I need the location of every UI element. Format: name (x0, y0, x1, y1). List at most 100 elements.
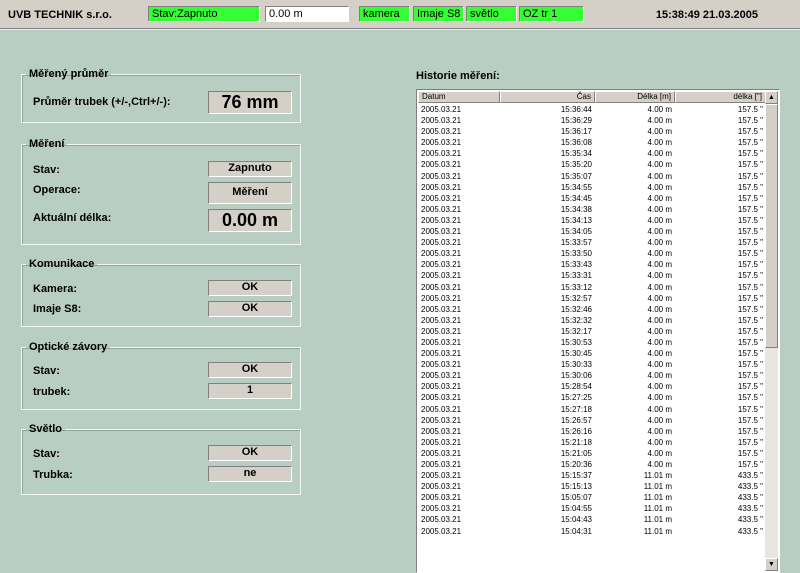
column-header-date[interactable]: Datum (418, 91, 500, 103)
cell-length-inch: 433.5 " (737, 515, 763, 525)
table-row[interactable]: 2005.03.21 15:05:07 11.01 m 433.5 " (418, 492, 766, 503)
camera-value: OK (208, 280, 292, 296)
table-row[interactable]: 2005.03.21 15:34:05 4.00 m 157.5 " (418, 226, 766, 237)
cell-length-inch: 157.5 " (737, 271, 763, 281)
cell-date: 2005.03.21 (421, 460, 462, 469)
cell-date: 2005.03.21 (421, 271, 462, 281)
cell-time: 15:36:29 (560, 116, 592, 126)
table-row[interactable]: 2005.03.21 15:30:33 4.00 m 157.5 " (418, 359, 766, 370)
table-row[interactable]: 2005.03.21 15:15:13 11.01 m 433.5 " (418, 481, 766, 492)
datetime-display: 15:38:49 21.03.2005 (655, 9, 758, 21)
operation-label: Operace: (33, 184, 81, 196)
cell-length-inch: 157.5 " (737, 393, 763, 403)
cell-length-m: 4.00 m (647, 382, 672, 392)
cell-date: 2005.03.21 (421, 215, 462, 225)
table-row[interactable]: 2005.03.21 15:27:25 4.00 m 157.5 " (418, 392, 766, 403)
cell-length-inch: 157.5 " (737, 371, 763, 381)
cell-time: 15:05:07 (560, 493, 592, 503)
table-row[interactable]: 2005.03.21 15:26:57 4.00 m 157.5 " (418, 415, 766, 426)
table-row[interactable]: 2005.03.21 15:34:55 4.00 m 157.5 " (418, 182, 766, 193)
table-row[interactable]: 2005.03.21 15:36:17 4.00 m 157.5 " (418, 126, 766, 137)
arrow-down-icon: ▼ (768, 561, 775, 568)
cell-time: 15:32:46 (560, 304, 592, 314)
cell-time: 15:34:13 (560, 215, 592, 225)
optical-state-value: OK (208, 362, 292, 378)
table-row[interactable]: 2005.03.21 15:34:13 4.00 m 157.5 " (418, 215, 766, 226)
diameter-legend: Měřený průměr (29, 68, 109, 80)
scroll-up-button[interactable]: ▲ (765, 91, 778, 104)
cell-length-inch: 157.5 " (737, 415, 763, 425)
cell-time: 15:33:50 (560, 249, 592, 259)
table-row[interactable]: 2005.03.21 15:04:31 11.01 m 433.5 " (418, 526, 766, 537)
scroll-down-button[interactable]: ▼ (765, 558, 778, 571)
imaje-value: OK (208, 301, 292, 317)
cell-length-inch: 157.5 " (737, 105, 763, 114)
table-row[interactable]: 2005.03.21 15:28:54 4.00 m 157.5 " (418, 381, 766, 392)
table-row[interactable]: 2005.03.21 15:26:16 4.00 m 157.5 " (418, 426, 766, 437)
arrow-up-icon: ▲ (768, 94, 775, 101)
table-row[interactable]: 2005.03.21 15:30:06 4.00 m 157.5 " (418, 370, 766, 381)
table-row[interactable]: 2005.03.21 15:35:07 4.00 m 157.5 " (418, 171, 766, 182)
cell-time: 15:26:16 (560, 426, 592, 436)
column-header-length-inch[interactable]: délka ["] (675, 91, 766, 103)
diameter-label: Průměr trubek (+/-,Ctrl+/-): (33, 96, 171, 108)
table-row[interactable]: 2005.03.21 15:21:05 4.00 m 157.5 " (418, 448, 766, 459)
cell-length-inch: 157.5 " (737, 160, 763, 170)
cell-time: 15:32:57 (560, 293, 592, 303)
table-row[interactable]: 2005.03.21 15:33:31 4.00 m 157.5 " (418, 270, 766, 281)
light-legend: Světlo (29, 423, 63, 435)
table-row[interactable]: 2005.03.21 15:34:38 4.00 m 157.5 " (418, 204, 766, 215)
scroll-thumb[interactable] (765, 104, 778, 348)
cell-length-m: 4.00 m (647, 227, 672, 237)
cell-length-inch: 433.5 " (737, 526, 763, 536)
table-row[interactable]: 2005.03.21 15:34:45 4.00 m 157.5 " (418, 193, 766, 204)
cell-length-m: 4.00 m (647, 437, 672, 447)
cell-length-m: 4.00 m (647, 460, 672, 469)
cell-time: 15:26:57 (560, 415, 592, 425)
table-row[interactable]: 2005.03.21 15:32:57 4.00 m 157.5 " (418, 293, 766, 304)
cell-date: 2005.03.21 (421, 304, 462, 314)
table-row[interactable]: 2005.03.21 15:33:43 4.00 m 157.5 " (418, 259, 766, 270)
table-row[interactable]: 2005.03.21 15:04:55 11.01 m 433.5 " (418, 503, 766, 514)
table-row[interactable]: 2005.03.21 15:32:46 4.00 m 157.5 " (418, 304, 766, 315)
cell-date: 2005.03.21 (421, 526, 462, 536)
cell-time: 15:30:33 (560, 360, 592, 370)
cell-length-inch: 157.5 " (737, 360, 763, 370)
cell-length-inch: 157.5 " (737, 426, 763, 436)
table-row[interactable]: 2005.03.21 15:36:08 4.00 m 157.5 " (418, 137, 766, 148)
table-row[interactable]: 2005.03.21 15:32:32 4.00 m 157.5 " (418, 315, 766, 326)
table-row[interactable]: 2005.03.21 15:32:17 4.00 m 157.5 " (418, 326, 766, 337)
history-scrollbar[interactable]: ▲ ▼ (765, 91, 778, 571)
table-row[interactable]: 2005.03.21 15:30:53 4.00 m 157.5 " (418, 337, 766, 348)
imaje-label: Imaje S8: (33, 303, 82, 315)
table-row[interactable]: 2005.03.21 15:30:45 4.00 m 157.5 " (418, 348, 766, 359)
cell-time: 15:04:55 (560, 504, 592, 514)
table-row[interactable]: 2005.03.21 15:33:50 4.00 m 157.5 " (418, 248, 766, 259)
table-row[interactable]: 2005.03.21 15:35:34 4.00 m 157.5 " (418, 148, 766, 159)
table-row[interactable]: 2005.03.21 15:36:44 4.00 m 157.5 " (418, 104, 766, 115)
cell-time: 15:27:18 (560, 404, 592, 414)
cell-time: 15:34:55 (560, 182, 592, 192)
table-row[interactable]: 2005.03.21 15:20:36 4.00 m 157.5 " (418, 459, 766, 470)
table-row[interactable]: 2005.03.21 15:36:29 4.00 m 157.5 " (418, 115, 766, 126)
cell-length-inch: 433.5 " (737, 471, 763, 481)
column-header-time[interactable]: Čas (500, 91, 595, 103)
table-row[interactable]: 2005.03.21 15:27:18 4.00 m 157.5 " (418, 404, 766, 415)
history-title: Historie měření: (416, 70, 500, 82)
cell-time: 15:34:38 (560, 204, 592, 214)
table-row[interactable]: 2005.03.21 15:33:57 4.00 m 157.5 " (418, 237, 766, 248)
table-row[interactable]: 2005.03.21 15:35:20 4.00 m 157.5 " (418, 159, 766, 170)
cell-date: 2005.03.21 (421, 404, 462, 414)
table-row[interactable]: 2005.03.21 15:21:18 4.00 m 157.5 " (418, 437, 766, 448)
diameter-value: 76 mm (208, 91, 292, 114)
history-list[interactable]: Datum Čas Délka [m] délka ["] 2005.03.21… (416, 89, 780, 573)
brand-label: UVB TECHNIK s.r.o. (8, 9, 112, 21)
table-row[interactable]: 2005.03.21 15:15:37 11.01 m 433.5 " (418, 470, 766, 481)
column-header-length-m[interactable]: Délka [m] (595, 91, 675, 103)
cell-length-inch: 157.5 " (737, 204, 763, 214)
table-row[interactable]: 2005.03.21 15:04:43 11.01 m 433.5 " (418, 514, 766, 525)
cell-date: 2005.03.21 (421, 105, 462, 114)
light-state-label: Stav: (33, 448, 60, 460)
cell-date: 2005.03.21 (421, 482, 462, 492)
table-row[interactable]: 2005.03.21 15:33:12 4.00 m 157.5 " (418, 282, 766, 293)
